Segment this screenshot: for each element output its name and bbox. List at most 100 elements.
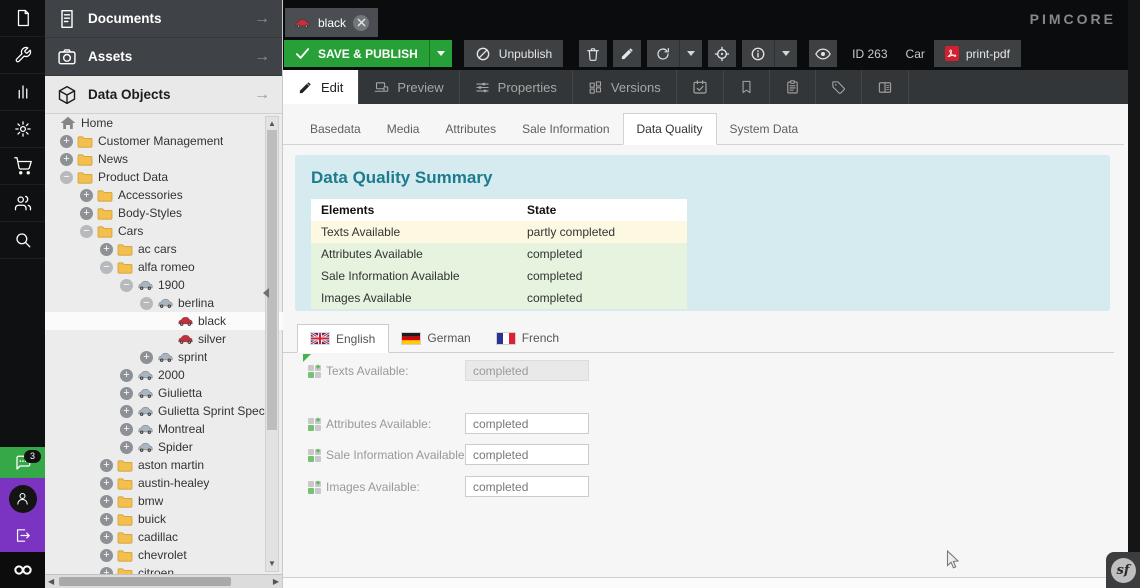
minus-toggle-icon[interactable]: − [100, 261, 113, 274]
save-publish-button[interactable]: SAVE & PUBLISH [284, 40, 452, 67]
subtab-basedata[interactable]: Basedata [297, 113, 374, 144]
plus-toggle-icon[interactable]: + [60, 135, 73, 148]
tree-item-giulietta[interactable]: +Giulietta [45, 384, 283, 402]
tree-item-accessories[interactable]: +Accessories [45, 186, 283, 204]
tree-item-black[interactable]: black [45, 312, 283, 330]
unpublish-button[interactable]: Unpublish [464, 40, 563, 67]
rail-tools-button[interactable] [0, 37, 45, 74]
tab-workflow[interactable] [862, 70, 909, 104]
tree-item-customer-management[interactable]: +Customer Management [45, 132, 283, 150]
tab-edit[interactable]: Edit [283, 70, 359, 104]
plus-toggle-icon[interactable]: + [100, 531, 113, 544]
print-pdf-button[interactable]: print-pdf [934, 40, 1021, 67]
tree-item-austin-healey[interactable]: +austin-healey [45, 474, 283, 492]
plus-toggle-icon[interactable]: + [120, 405, 133, 418]
rename-button[interactable] [613, 40, 641, 67]
subtab-media[interactable]: Media [374, 113, 433, 144]
rail-search-button[interactable] [0, 222, 45, 259]
panel-collapse-icon[interactable] [258, 288, 269, 298]
plus-toggle-icon[interactable]: + [100, 549, 113, 562]
language-tab-german[interactable]: German [389, 324, 483, 352]
delete-button[interactable] [579, 40, 607, 67]
locate-in-tree-button[interactable] [708, 40, 736, 67]
rail-customers-button[interactable] [0, 185, 45, 222]
document-tab-black[interactable]: black [285, 8, 378, 37]
tree-item-sprint[interactable]: +sprint [45, 348, 283, 366]
reload-menu-button[interactable] [679, 40, 702, 67]
save-menu-button[interactable] [429, 40, 452, 67]
accordion-data-objects[interactable]: Data Objects → [45, 76, 282, 114]
rail-ecommerce-button[interactable] [0, 148, 45, 185]
tree-item-chevrolet[interactable]: +chevrolet [45, 546, 283, 564]
tab-dependencies[interactable] [724, 70, 770, 104]
accordion-documents[interactable]: Documents → [45, 0, 282, 38]
tab-tags[interactable] [816, 70, 862, 104]
subtab-system-data[interactable]: System Data [717, 113, 812, 144]
symfony-debug-toggle[interactable]: sf [1106, 552, 1140, 588]
tree-item-bmw[interactable]: +bmw [45, 492, 283, 510]
rail-reports-button[interactable] [0, 74, 45, 111]
subtab-data-quality[interactable]: Data Quality [623, 113, 717, 145]
language-tab-french[interactable]: French [484, 324, 572, 352]
tree-item-silver[interactable]: silver [45, 330, 283, 348]
plus-toggle-icon[interactable]: + [100, 495, 113, 508]
tab-versions[interactable]: Versions [573, 70, 677, 104]
tab-preview[interactable]: Preview [359, 70, 459, 104]
scroll-left-icon[interactable]: ◀ [48, 577, 54, 586]
tree-item-1900[interactable]: −1900 [45, 276, 283, 294]
plus-toggle-icon[interactable]: + [80, 207, 93, 220]
language-tab-english[interactable]: English [297, 324, 389, 353]
plus-toggle-icon[interactable]: + [100, 243, 113, 256]
rail-settings-button[interactable] [0, 111, 45, 148]
tree-item-home[interactable]: Home [45, 114, 283, 132]
scroll-right-icon[interactable]: ▶ [273, 577, 279, 586]
tree-vertical-scrollbar[interactable]: ▲ ▼ [265, 116, 279, 572]
attributes-available-input[interactable]: completed [465, 413, 589, 434]
plus-toggle-icon[interactable]: + [100, 459, 113, 472]
tree-item-alfa-romeo[interactable]: −alfa romeo [45, 258, 283, 276]
plus-toggle-icon[interactable]: + [120, 369, 133, 382]
plus-toggle-icon[interactable]: + [120, 423, 133, 436]
subtab-sale-information[interactable]: Sale Information [509, 113, 622, 144]
minus-toggle-icon[interactable]: − [60, 171, 73, 184]
close-icon[interactable] [353, 15, 369, 31]
tab-properties[interactable]: Properties [460, 70, 573, 104]
tree-item-montreal[interactable]: +Montreal [45, 420, 283, 438]
scroll-down-icon[interactable]: ▼ [266, 558, 278, 570]
vertical-scroll-thumb[interactable] [267, 130, 277, 430]
plus-toggle-icon[interactable]: + [80, 189, 93, 202]
rail-profile-button[interactable] [0, 478, 45, 519]
tree-item-cars[interactable]: −Cars [45, 222, 283, 240]
rail-notifications-button[interactable]: 3 [0, 447, 45, 478]
horizontal-scroll-thumb[interactable] [59, 577, 231, 586]
plus-toggle-icon[interactable]: + [140, 351, 153, 364]
images-available-input[interactable]: completed [465, 476, 589, 497]
rail-documents-button[interactable] [0, 0, 45, 37]
tree-item-news[interactable]: +News [45, 150, 283, 168]
plus-toggle-icon[interactable]: + [100, 513, 113, 526]
subtab-attributes[interactable]: Attributes [432, 113, 509, 144]
texts-available-input[interactable]: completed [465, 360, 589, 381]
scroll-up-icon[interactable]: ▲ [266, 118, 278, 130]
minus-toggle-icon[interactable]: − [120, 279, 133, 292]
plus-toggle-icon[interactable]: + [100, 477, 113, 490]
plus-toggle-icon[interactable]: + [100, 567, 113, 575]
tree-item-ac-cars[interactable]: +ac cars [45, 240, 283, 258]
accordion-assets[interactable]: Assets → [45, 38, 282, 76]
minus-toggle-icon[interactable]: − [140, 297, 153, 310]
tree-item-spider[interactable]: +Spider [45, 438, 283, 456]
tree-item-citroen[interactable]: +citroen [45, 564, 283, 574]
tree-item-product-data[interactable]: −Product Data [45, 168, 283, 186]
plus-toggle-icon[interactable]: + [120, 441, 133, 454]
tree-item-gulietta-sprint-specia[interactable]: +Gulietta Sprint Specia [45, 402, 283, 420]
rail-pimcore-logo[interactable] [0, 552, 45, 588]
rail-logout-button[interactable] [0, 519, 45, 552]
tab-schedule[interactable] [677, 70, 724, 104]
plus-toggle-icon[interactable]: + [60, 153, 73, 166]
sale-information-available-input[interactable]: completed [465, 444, 589, 465]
plus-toggle-icon[interactable]: + [120, 387, 133, 400]
minus-toggle-icon[interactable]: − [80, 225, 93, 238]
tree-item-cadillac[interactable]: +cadillac [45, 528, 283, 546]
tree-item-aston-martin[interactable]: +aston martin [45, 456, 283, 474]
open-preview-button[interactable] [809, 40, 837, 67]
